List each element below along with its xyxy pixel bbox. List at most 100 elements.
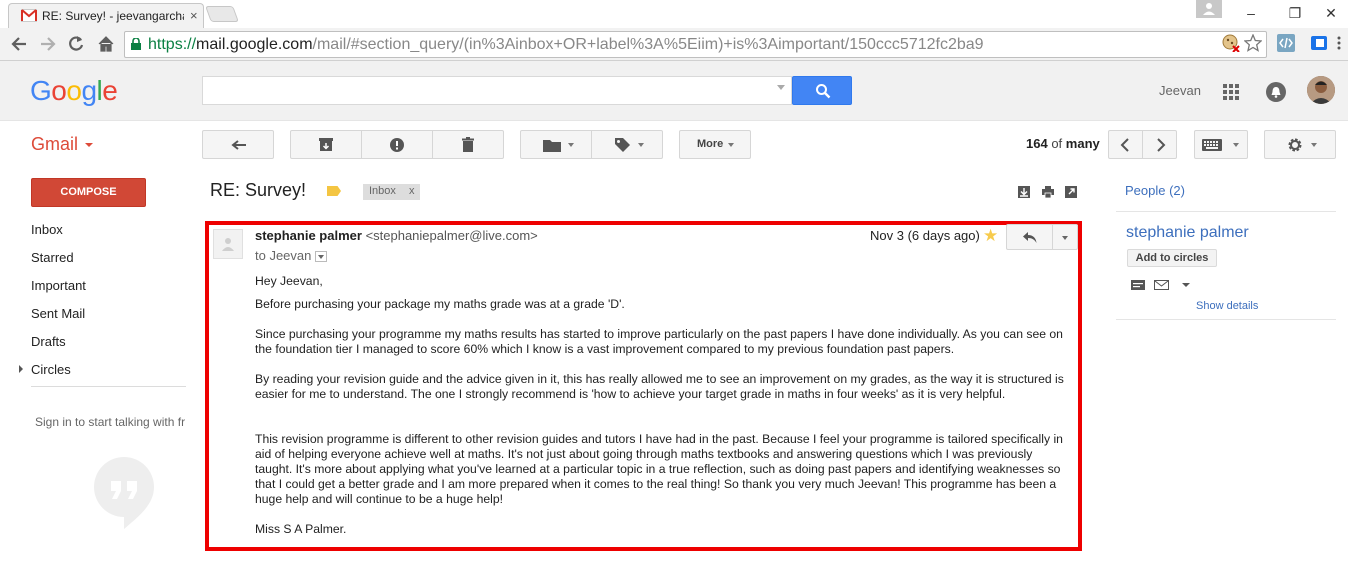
sidebar-item-sent-mail[interactable]: Sent Mail <box>31 306 85 321</box>
search-input[interactable] <box>202 76 792 105</box>
apps-grid-icon[interactable] <box>1223 84 1239 100</box>
panel-divider <box>1116 319 1336 320</box>
notifications-bell-icon[interactable] <box>1266 82 1286 102</box>
contact-name[interactable]: stephanie palmer <box>1126 224 1249 242</box>
sender-line: stephanie palmer <stephaniepalmer@live.c… <box>255 228 538 243</box>
people-header[interactable]: People (2) <box>1125 183 1185 198</box>
message-paragraph: Before purchasing your package my maths … <box>255 297 625 311</box>
back-to-inbox-button[interactable] <box>202 130 274 159</box>
reply-button[interactable] <box>1006 224 1053 250</box>
sender-email: <stephaniepalmer@live.com> <box>365 228 538 243</box>
trash-icon <box>462 137 474 152</box>
gmail-product-menu[interactable]: Gmail <box>31 134 78 155</box>
url-text: https://mail.google.com/mail/#section_qu… <box>148 36 984 54</box>
folder-icon <box>543 140 561 152</box>
code-extension-icon[interactable] <box>1277 34 1295 52</box>
contact-actions-chevron-icon[interactable] <box>1182 283 1190 287</box>
address-bar[interactable]: https://mail.google.com/mail/#section_qu… <box>124 31 1267 58</box>
browser-toolbar: https://mail.google.com/mail/#section_qu… <box>0 28 1348 61</box>
sidebar-item-starred[interactable]: Starred <box>31 250 74 265</box>
more-actions-button[interactable] <box>1052 224 1078 250</box>
tab-close-icon[interactable]: × <box>190 8 198 23</box>
url-host: mail.google.com <box>196 36 313 53</box>
user-name[interactable]: Jeevan <box>1159 83 1201 98</box>
reload-icon[interactable] <box>65 35 87 53</box>
window-close-button[interactable]: ✕ <box>1314 0 1348 26</box>
delete-button[interactable] <box>432 130 504 159</box>
download-icon[interactable] <box>1018 186 1030 198</box>
remove-label-icon[interactable]: x <box>409 185 415 197</box>
label-tag-icon <box>615 138 630 152</box>
expand-arrow-icon[interactable] <box>19 365 23 373</box>
sidebar-item-inbox[interactable]: Inbox <box>31 222 63 237</box>
print-icon[interactable] <box>1042 186 1054 198</box>
sidebar-item-drafts[interactable]: Drafts <box>31 334 66 349</box>
chrome-menu-icon[interactable] <box>1336 34 1342 52</box>
more-button[interactable]: More <box>679 130 751 159</box>
older-button[interactable] <box>1142 130 1177 159</box>
url-scheme: https <box>148 36 183 53</box>
forward-icon[interactable] <box>37 36 59 52</box>
sidebar-divider <box>31 386 186 387</box>
message-date: Nov 3 (6 days ago) <box>870 228 980 243</box>
search-options-chevron-icon[interactable] <box>777 85 785 90</box>
back-icon[interactable] <box>8 36 30 52</box>
hangouts-sign-in-text[interactable]: Sign in to start talking with fr <box>35 415 187 429</box>
cookie-extension-icon[interactable] <box>1222 34 1240 52</box>
labels-button[interactable] <box>591 130 663 159</box>
bookmark-star-icon[interactable] <box>1244 34 1262 52</box>
search-icon <box>816 84 831 99</box>
add-to-circles-button[interactable]: Add to circles <box>1127 249 1217 267</box>
sidebar-item-important[interactable]: Important <box>31 278 86 293</box>
gmail-menu-chevron-icon[interactable] <box>85 143 93 147</box>
minimize-button[interactable]: – <box>1228 0 1274 26</box>
logo-letter: G <box>30 75 52 106</box>
logo-letter: o <box>66 75 82 106</box>
important-marker-icon[interactable] <box>327 186 341 196</box>
open-new-window-icon[interactable] <box>1065 186 1077 198</box>
panel-divider <box>1116 211 1336 212</box>
home-icon[interactable] <box>95 35 117 53</box>
profile-icon[interactable] <box>1196 0 1222 18</box>
message-paragraph: By reading your revision guide and the a… <box>255 372 1064 401</box>
sender-avatar[interactable] <box>213 229 243 259</box>
browser-tab-strip: RE: Survey! - jeevangarcha × – ❐ ✕ <box>0 0 1348 28</box>
sidebar-item-circles[interactable]: Circles <box>31 362 71 377</box>
logo-letter: e <box>102 75 118 106</box>
archive-icon <box>319 138 333 151</box>
google-logo[interactable]: Google <box>30 75 118 107</box>
message-paragraph: Hey Jeevan, <box>255 274 323 288</box>
gear-icon <box>1288 138 1302 152</box>
page-position: 164 <box>1026 136 1048 151</box>
star-icon[interactable]: ★ <box>983 226 998 246</box>
archive-button[interactable] <box>290 130 362 159</box>
move-to-button[interactable] <box>520 130 592 159</box>
inbox-label-chip[interactable]: Inbox x <box>363 184 420 200</box>
email-subject: RE: Survey! <box>210 180 307 200</box>
new-tab-button[interactable] <box>205 6 239 22</box>
pagination-count: 164 of many <box>1026 136 1100 151</box>
logo-letter: g <box>81 75 97 106</box>
google-header: Google Jeevan <box>0 61 1348 121</box>
browser-tab[interactable]: RE: Survey! - jeevangarcha × <box>8 3 204 28</box>
report-spam-button[interactable] <box>361 130 433 159</box>
user-avatar[interactable] <box>1307 76 1335 104</box>
recipient-details-chevron-icon[interactable] <box>315 251 327 262</box>
email-icon[interactable] <box>1154 280 1169 290</box>
page-of: of <box>1051 136 1063 151</box>
report-spam-icon <box>390 138 404 152</box>
maximize-button[interactable]: ❐ <box>1272 0 1318 26</box>
compose-button[interactable]: COMPOSE <box>31 178 146 207</box>
hangouts-quote-icon[interactable] <box>94 457 154 529</box>
input-tools-button[interactable] <box>1194 130 1248 159</box>
sender-name[interactable]: stephanie palmer <box>255 228 362 243</box>
search-button[interactable] <box>792 76 852 105</box>
tab-title: RE: Survey! - jeevangarcha <box>42 9 184 23</box>
settings-button[interactable] <box>1264 130 1336 159</box>
page-total: many <box>1065 136 1100 151</box>
card-icon[interactable] <box>1131 280 1145 290</box>
window-extension-icon[interactable] <box>1310 34 1328 52</box>
newer-button[interactable] <box>1108 130 1143 159</box>
message-paragraph: Since purchasing your programme my maths… <box>255 327 1063 356</box>
show-details-link[interactable]: Show details <box>1196 300 1258 312</box>
